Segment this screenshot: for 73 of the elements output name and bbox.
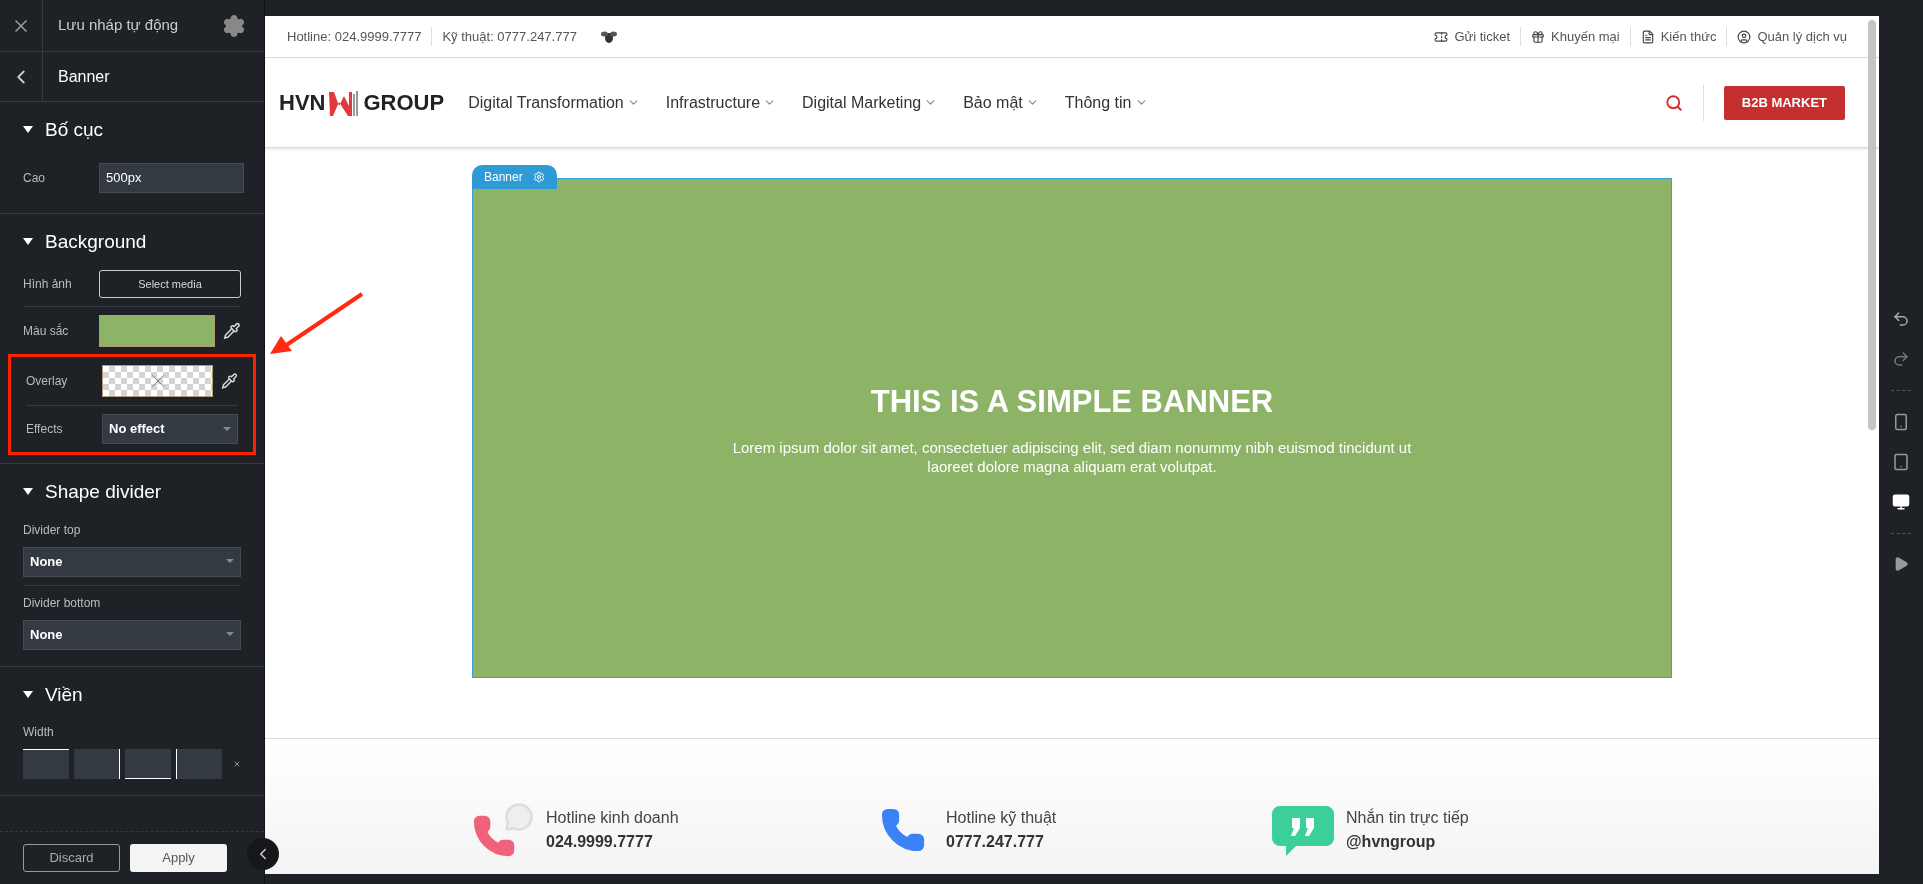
document-icon[interactable] bbox=[1640, 29, 1655, 44]
topbar-link[interactable]: Gửi ticket bbox=[1454, 26, 1511, 47]
collapse-triangle-icon[interactable] bbox=[23, 126, 33, 135]
section-title[interactable]: Background bbox=[45, 227, 147, 256]
topbar-text: Hotline: 024.9999.7777 bbox=[286, 27, 423, 46]
nav-menu-item[interactable]: Infrastructure bbox=[665, 90, 761, 115]
field-label: Màu sắc bbox=[23, 322, 70, 340]
discard-button[interactable]: Discard bbox=[23, 844, 120, 872]
redo-icon[interactable] bbox=[1892, 350, 1910, 368]
phone-chat-icon bbox=[472, 801, 534, 858]
eyedropper-icon[interactable] bbox=[223, 322, 241, 340]
banner-text: Lorem ipsum dolor sit amet, consectetuer adipiscing elit, sed diam nonummy nibh euismod tincidunt ut laoreet dolore magna aliquam erat volutpat. bbox=[731, 437, 1413, 477]
contact-value: 024.9999.7777 bbox=[546, 831, 654, 852]
bee-icon bbox=[600, 29, 617, 44]
topbar-link[interactable]: Quản lý dịch vụ bbox=[1757, 26, 1847, 47]
preview-icon[interactable] bbox=[1893, 556, 1909, 572]
nav-menu-item[interactable]: Digital Transformation bbox=[468, 90, 624, 115]
field-label: Width bbox=[23, 724, 55, 741]
border-top-field[interactable] bbox=[23, 749, 69, 779]
search-icon[interactable] bbox=[1664, 93, 1683, 112]
effects-select[interactable]: No effect bbox=[102, 414, 238, 444]
banner-heading: THIS IS A SIMPLE BANNER bbox=[870, 383, 1274, 422]
contact-value: 0777.247.777 bbox=[946, 831, 1045, 852]
contact-value: @hvngroup bbox=[1346, 831, 1437, 852]
divider-select[interactable]: None bbox=[23, 619, 241, 650]
ticket-icon[interactable] bbox=[1434, 29, 1449, 44]
caret-icon bbox=[226, 559, 234, 564]
topbar-link[interactable]: Khuyến mại bbox=[1551, 26, 1620, 47]
color-swatch[interactable] bbox=[99, 315, 216, 347]
undo-icon[interactable] bbox=[1892, 310, 1910, 328]
field-label: Overlay bbox=[26, 373, 69, 390]
nav-menu-item[interactable]: Digital Marketing bbox=[802, 90, 922, 115]
select-media-button[interactable]: Select media bbox=[99, 270, 241, 298]
mobile-view-icon[interactable] bbox=[1892, 413, 1910, 431]
settings-icon[interactable] bbox=[532, 171, 545, 183]
panel-title: Lưu nháp tự động bbox=[57, 15, 180, 36]
nav-menu-item[interactable]: Bảo mật bbox=[963, 90, 1023, 115]
divider-select[interactable]: None bbox=[23, 546, 241, 577]
border-right-field[interactable] bbox=[74, 749, 120, 779]
contact-label: Hotline kỹ thuật bbox=[946, 807, 1057, 828]
collapse-triangle-icon[interactable] bbox=[23, 690, 33, 699]
apply-button[interactable]: Apply bbox=[130, 844, 227, 872]
height-field[interactable]: 500px bbox=[99, 162, 244, 193]
field-label: Effects bbox=[26, 421, 64, 438]
section-title[interactable]: Shape divider bbox=[45, 478, 162, 507]
settings-icon[interactable] bbox=[222, 13, 246, 38]
element-title: Banner bbox=[57, 66, 110, 87]
field-label: Divider top bbox=[23, 521, 82, 539]
gift-icon[interactable] bbox=[1531, 29, 1546, 44]
border-bottom-field[interactable] bbox=[125, 749, 171, 779]
collapse-triangle-icon[interactable] bbox=[23, 237, 33, 246]
contact-label: Hotline kinh doanh bbox=[546, 807, 679, 828]
logo[interactable]: HVN GROUP bbox=[279, 86, 445, 119]
topbar-text: Kỹ thuật: 0777.247.777 bbox=[431, 26, 587, 47]
eyedropper-icon[interactable] bbox=[221, 372, 238, 390]
caret-icon bbox=[223, 426, 231, 432]
section-title[interactable]: Bố cục bbox=[45, 116, 104, 145]
tablet-view-icon[interactable] bbox=[1892, 453, 1910, 471]
desktop-view-icon[interactable] bbox=[1892, 493, 1910, 511]
section-title[interactable]: Viền bbox=[45, 680, 83, 709]
topbar-link[interactable]: Kiến thức bbox=[1660, 26, 1717, 47]
field-label: Hình ảnh bbox=[23, 276, 73, 293]
collapse-triangle-icon[interactable] bbox=[23, 488, 33, 497]
nav-menu-item[interactable]: Thông tin bbox=[1064, 90, 1132, 115]
field-label: Divider bottom bbox=[23, 594, 102, 612]
contact-label: Nhắn tin trực tiếp bbox=[1346, 807, 1469, 828]
b2b-market-button[interactable]: B2B MARKET bbox=[1723, 85, 1845, 120]
caret-icon bbox=[226, 632, 234, 637]
user-icon[interactable] bbox=[1737, 29, 1752, 44]
field-label: Cao bbox=[23, 169, 46, 187]
transparent-swatch[interactable] bbox=[102, 365, 214, 397]
scrollbar[interactable] bbox=[1868, 20, 1876, 430]
border-left-field[interactable] bbox=[176, 749, 222, 779]
